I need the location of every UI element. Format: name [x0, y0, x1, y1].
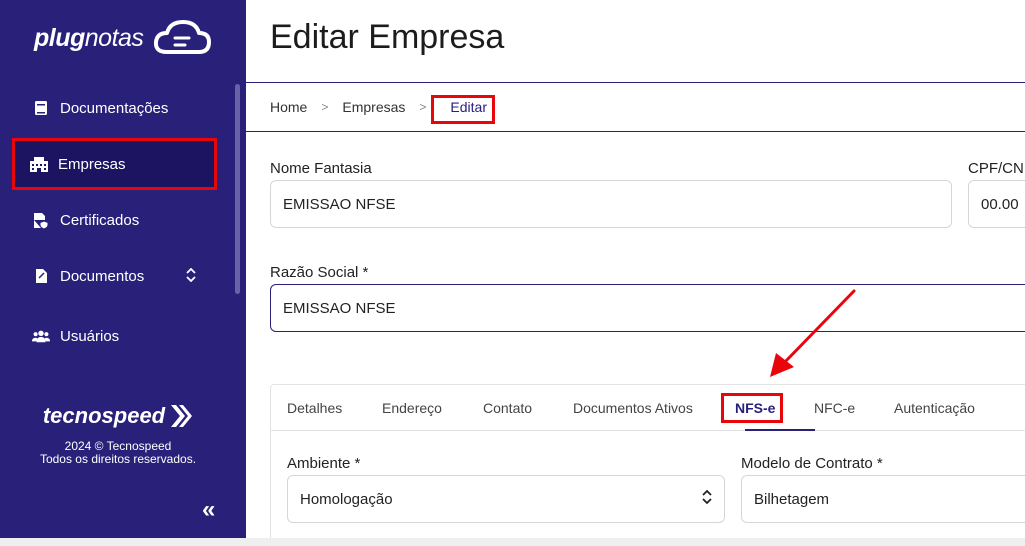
ambiente-label: Ambiente * — [287, 455, 361, 472]
modelo-contrato-select[interactable]: Bilhetagem — [741, 475, 1025, 523]
arrow-annotation-icon — [770, 289, 856, 377]
chevron-up-down-icon — [702, 489, 712, 507]
sidebar-item-certificados[interactable]: Certificados — [0, 195, 236, 245]
tab-documentos-ativos[interactable]: Documentos Ativos — [573, 400, 693, 416]
razao-social-label: Razão Social * — [270, 264, 369, 281]
tab-detalhes[interactable]: Detalhes — [287, 400, 342, 416]
sidebar-item-label: Certificados — [60, 211, 140, 229]
ambiente-select[interactable]: Homologação — [287, 475, 725, 523]
tab-nfce[interactable]: NFC-e — [814, 400, 855, 416]
breadcrumb-home[interactable]: Home — [270, 99, 307, 115]
cloud-icon — [154, 20, 212, 54]
sidebar-item-label: Usuários — [60, 327, 120, 345]
cpf-cnpj-label: CPF/CN — [968, 160, 1024, 177]
sidebar-item-documentos[interactable]: Documentos — [0, 251, 236, 301]
users-icon — [32, 327, 50, 345]
modelo-contrato-label: Modelo de Contrato * — [741, 455, 883, 472]
modelo-contrato-value: Bilhetagem — [754, 490, 830, 508]
certificate-icon — [32, 211, 50, 229]
chevron-right-icon: > — [321, 100, 329, 114]
breadcrumb: Home > Empresas > Editar — [270, 99, 497, 115]
tab-autenticacao[interactable]: Autenticação — [894, 400, 975, 416]
sidebar-item-documentacoes[interactable]: Documentações — [0, 83, 236, 133]
tab-nfse[interactable]: NFS-e — [735, 400, 775, 416]
breadcrumb-current: Editar — [450, 99, 487, 115]
chevron-up-down-icon[interactable] — [186, 267, 196, 285]
sidebar-item-empresas[interactable]: Empresas — [14, 139, 214, 189]
ambiente-value: Homologação — [300, 490, 393, 508]
double-chevron-icon — [171, 405, 193, 427]
active-tab-indicator — [745, 429, 815, 431]
page-title: Editar Empresa — [270, 18, 505, 56]
sidebar-item-label: Documentações — [60, 99, 169, 117]
collapse-sidebar-button[interactable]: « — [202, 496, 215, 524]
logo-text: plugnotas — [34, 23, 144, 52]
sidebar-scrollbar[interactable] — [235, 84, 240, 294]
razao-social-input[interactable]: EMISSAO NFSE — [270, 284, 1025, 332]
sidebar: plugnotas Documentações Empresas Certifi… — [0, 0, 246, 546]
document-icon — [32, 267, 50, 285]
bottom-strip — [0, 538, 1025, 546]
sidebar-item-usuarios[interactable]: Usuários — [0, 311, 236, 361]
tecnospeed-brand: tecnospeed 2024 © Tecnospeed Todos os di… — [0, 402, 236, 466]
building-icon — [30, 155, 48, 173]
breadcrumb-divider — [246, 131, 1025, 132]
breadcrumb-empresas[interactable]: Empresas — [342, 99, 405, 115]
tecnospeed-logo: tecnospeed — [43, 402, 193, 430]
cpf-cnpj-input[interactable]: 00.00 — [968, 180, 1025, 228]
plugnotas-logo[interactable]: plugnotas — [34, 18, 212, 58]
sidebar-item-label: Empresas — [58, 155, 126, 173]
tab-endereco[interactable]: Endereço — [382, 400, 442, 416]
header-divider — [246, 82, 1025, 83]
main-content: Editar Empresa Home > Empresas > Editar … — [246, 0, 1025, 546]
copyright-text: 2024 © Tecnospeed Todos os direitos rese… — [39, 439, 197, 466]
nome-fantasia-label: Nome Fantasia — [270, 160, 372, 177]
nome-fantasia-input[interactable]: EMISSAO NFSE — [270, 180, 952, 228]
sidebar-item-label: Documentos — [60, 267, 145, 285]
tab-contato[interactable]: Contato — [483, 400, 532, 416]
chevron-right-icon: > — [419, 100, 427, 114]
tab-bar: Detalhes Endereço Contato Documentos Ati… — [271, 385, 1025, 431]
book-icon — [32, 99, 50, 117]
